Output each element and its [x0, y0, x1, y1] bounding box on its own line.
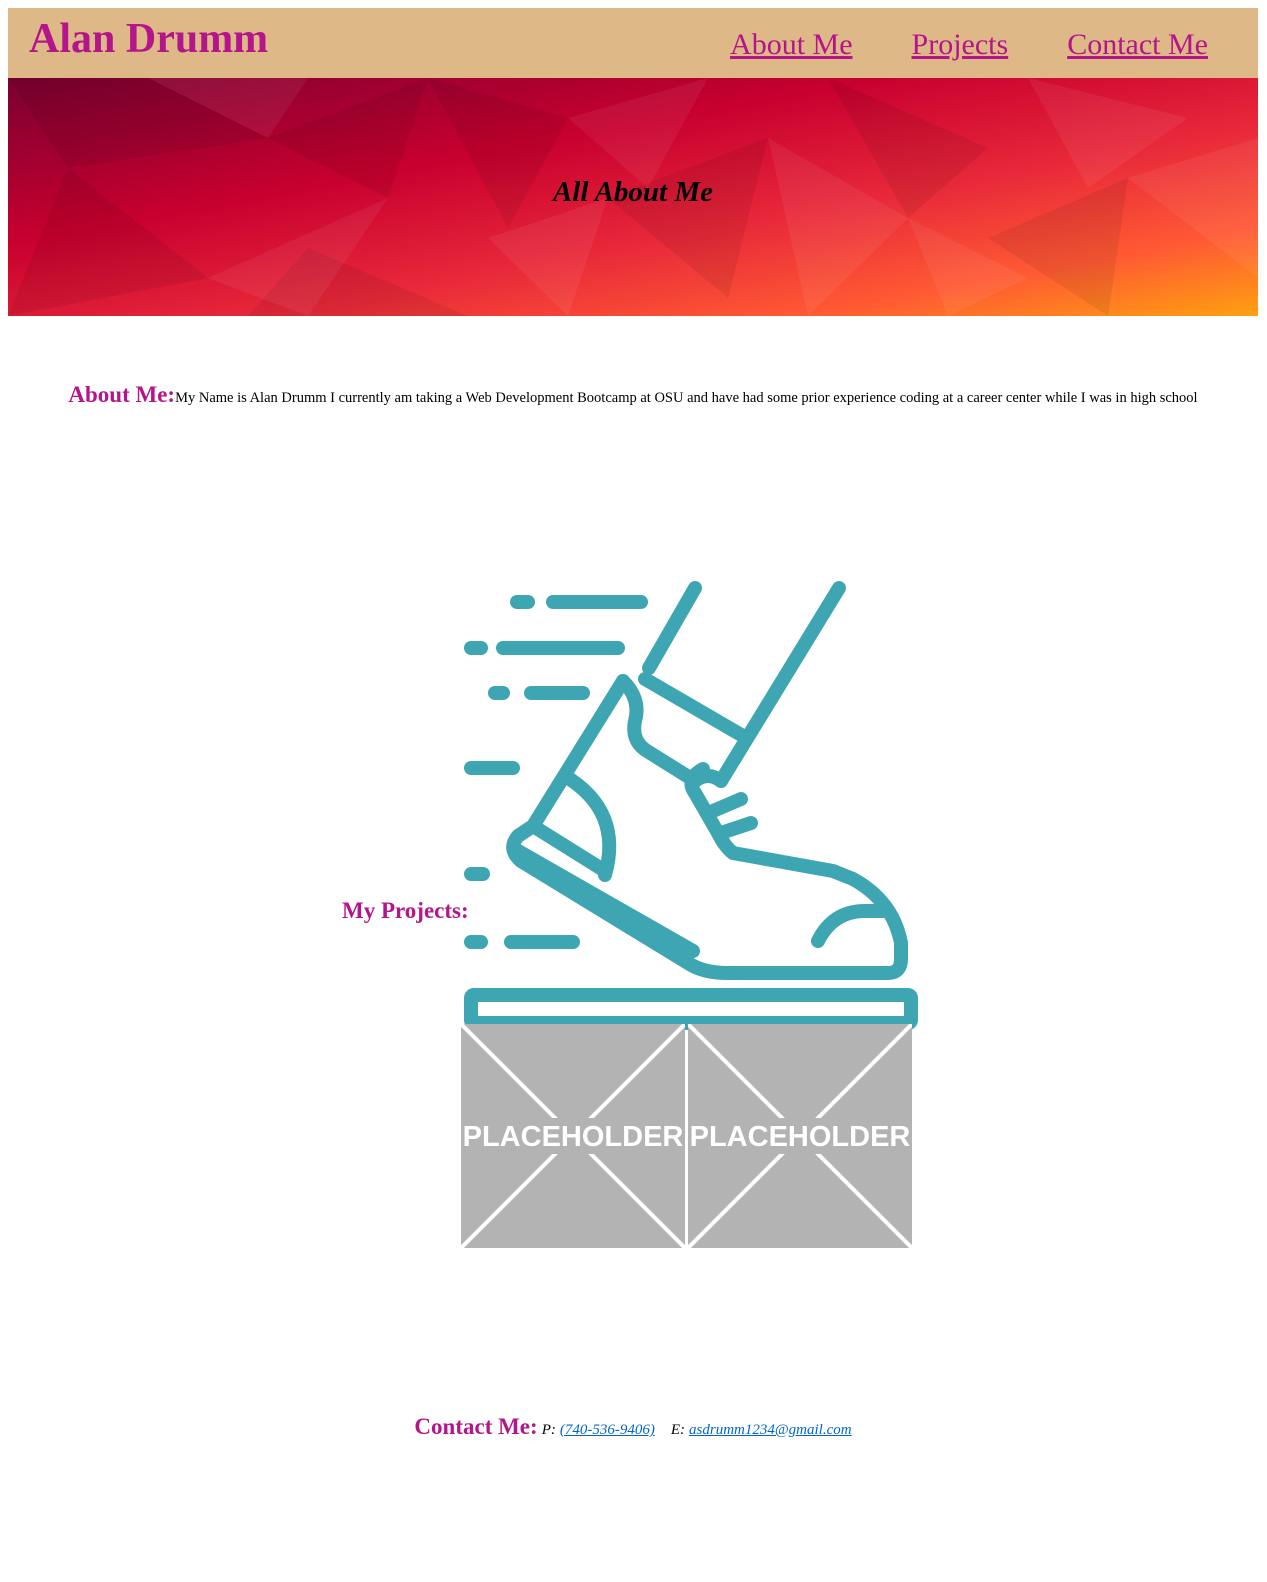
- page: Alan Drumm About Me Projects Contact Me: [8, 8, 1258, 1439]
- about-section: About Me:My Name is Alan Drumm I current…: [8, 382, 1258, 408]
- placeholder-caption: PLACEHOLDER: [690, 1121, 911, 1153]
- site-header: Alan Drumm About Me Projects Contact Me: [8, 8, 1258, 78]
- email-prefix: E:: [670, 1422, 686, 1438]
- contact-section: Contact Me: P: (740-536-9406) E: asdrumm…: [8, 1414, 1258, 1440]
- contact-label: Contact Me:: [414, 1414, 538, 1439]
- main-nav: About Me Projects Contact Me: [730, 27, 1208, 63]
- project-placeholder-image-2[interactable]: PLACEHOLDER: [688, 1024, 912, 1248]
- phone-link[interactable]: (740-536-9406): [560, 1422, 655, 1438]
- running-shoe-icon: [464, 581, 918, 1030]
- nav-link-contact-me[interactable]: Contact Me: [1067, 27, 1208, 63]
- placeholder-image-icon: PLACEHOLDER: [461, 1024, 685, 1248]
- hero-title: All About Me: [552, 176, 714, 208]
- site-title: Alan Drumm: [29, 16, 269, 62]
- email-link[interactable]: asdrumm1234@gmail.com: [689, 1422, 852, 1438]
- placeholder-caption: PLACEHOLDER: [463, 1121, 684, 1153]
- projects-label: My Projects:: [342, 898, 469, 923]
- about-label: About Me:: [68, 382, 176, 407]
- nav-link-projects[interactable]: Projects: [912, 27, 1009, 63]
- hero-banner: All About Me: [8, 78, 1258, 316]
- placeholder-image-icon: PLACEHOLDER: [688, 1024, 912, 1248]
- about-text: My Name is Alan Drumm I currently am tak…: [175, 390, 1198, 406]
- phone-prefix: P:: [541, 1422, 556, 1438]
- nav-link-about-me[interactable]: About Me: [730, 27, 853, 63]
- project-placeholder-image-1[interactable]: PLACEHOLDER: [461, 1024, 685, 1248]
